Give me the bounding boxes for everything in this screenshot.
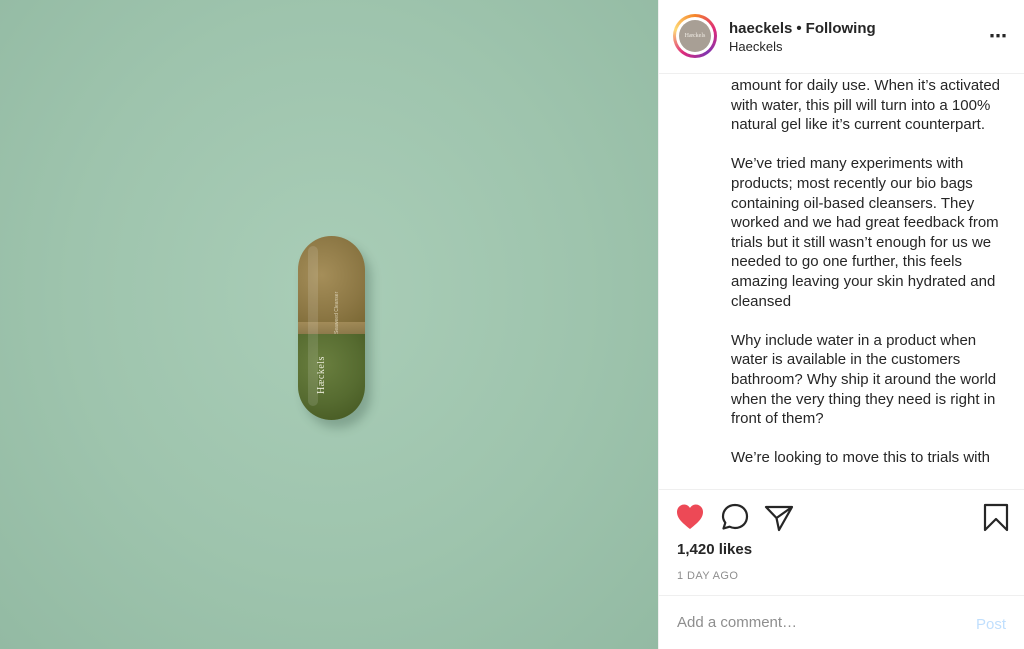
caption-scroll-area[interactable]: amount for daily use. When it’s activate… xyxy=(659,74,1024,490)
post-comment-button[interactable]: Post xyxy=(976,616,1006,633)
post-timestamp[interactable]: 1 DAY AGO xyxy=(677,570,738,582)
following-button[interactable]: Following xyxy=(806,20,876,37)
likes-count[interactable]: 1,420 likes xyxy=(677,541,752,558)
paper-plane-icon[interactable] xyxy=(763,500,795,534)
comment-icon[interactable] xyxy=(719,500,751,534)
bookmark-icon[interactable] xyxy=(981,500,1013,534)
capsule-small-label: Seaweed Cleanser xyxy=(334,291,340,334)
username-line: haeckels • Following xyxy=(729,20,876,37)
capsule-brand-label: Hæckels xyxy=(316,356,327,394)
action-bar xyxy=(659,500,1024,540)
post-image[interactable]: Seaweed Cleanser Hæckels xyxy=(0,0,658,649)
caption-text: amount for daily use. When it’s activate… xyxy=(731,77,1001,467)
post-side-panel: Hæckels haeckels • Following Haeckels ⋯ am… xyxy=(658,0,1024,649)
more-options-icon[interactable]: ⋯ xyxy=(989,26,1008,47)
heart-filled-icon[interactable] xyxy=(675,500,707,534)
comment-bar: Post xyxy=(659,595,1024,649)
username-link[interactable]: haeckels xyxy=(729,20,792,37)
location-link[interactable]: Haeckels xyxy=(729,39,782,54)
avatar-image: Hæckels xyxy=(679,20,711,52)
post-header: Hæckels haeckels • Following Haeckels ⋯ xyxy=(659,0,1024,74)
comment-input[interactable] xyxy=(677,610,957,634)
capsule-product: Seaweed Cleanser Hæckels xyxy=(298,236,365,420)
separator-dot: • xyxy=(796,20,802,37)
story-ring[interactable]: Hæckels xyxy=(673,14,717,58)
avatar[interactable]: Hæckels xyxy=(676,17,714,55)
